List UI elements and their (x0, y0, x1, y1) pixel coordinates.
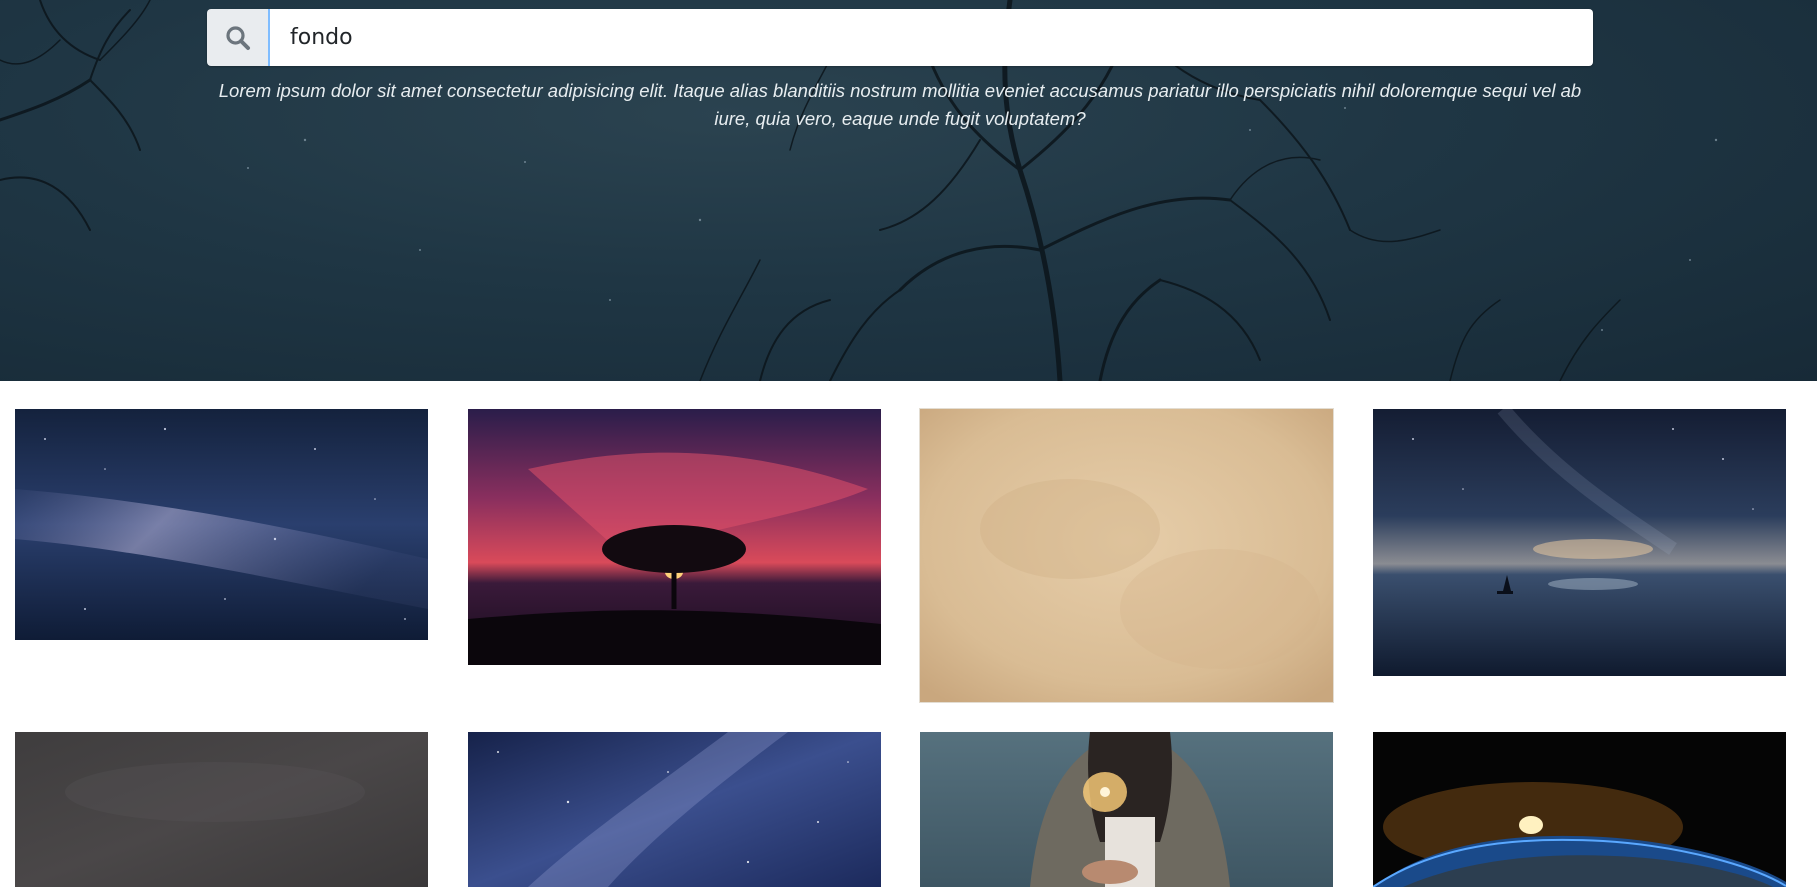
gallery-item-earth-sunrise[interactable] (1373, 732, 1786, 887)
chalkboard-texture-image (15, 732, 428, 887)
search-addon[interactable] (207, 9, 270, 66)
image-gallery (0, 381, 1817, 887)
hero-banner: Lorem ipsum dolor sit amet consectetur a… (0, 0, 1817, 381)
gallery-item-sparkler[interactable] (920, 732, 1333, 887)
gallery-item-parchment[interactable] (920, 409, 1333, 702)
gallery-item-milky-way[interactable] (15, 409, 428, 640)
earth-sunrise-image (1373, 732, 1786, 887)
sparkler-image (920, 732, 1333, 887)
gallery-item-chalkboard[interactable] (15, 732, 428, 887)
milky-way-image (15, 409, 428, 640)
gallery-item-sailboat[interactable] (1373, 409, 1786, 676)
search-input[interactable] (270, 9, 1593, 66)
sailboat-night-sky-image (1373, 409, 1786, 676)
parchment-texture-image (920, 409, 1333, 702)
hero-description: Lorem ipsum dolor sit amet consectetur a… (218, 80, 1582, 129)
starry-sky-image (468, 732, 881, 887)
gallery-item-tree-sunset[interactable] (468, 409, 881, 665)
search-bar (207, 9, 1593, 66)
tree-sunset-image (468, 409, 881, 665)
search-icon (225, 25, 250, 50)
gallery-item-starry-sky[interactable] (468, 732, 881, 887)
